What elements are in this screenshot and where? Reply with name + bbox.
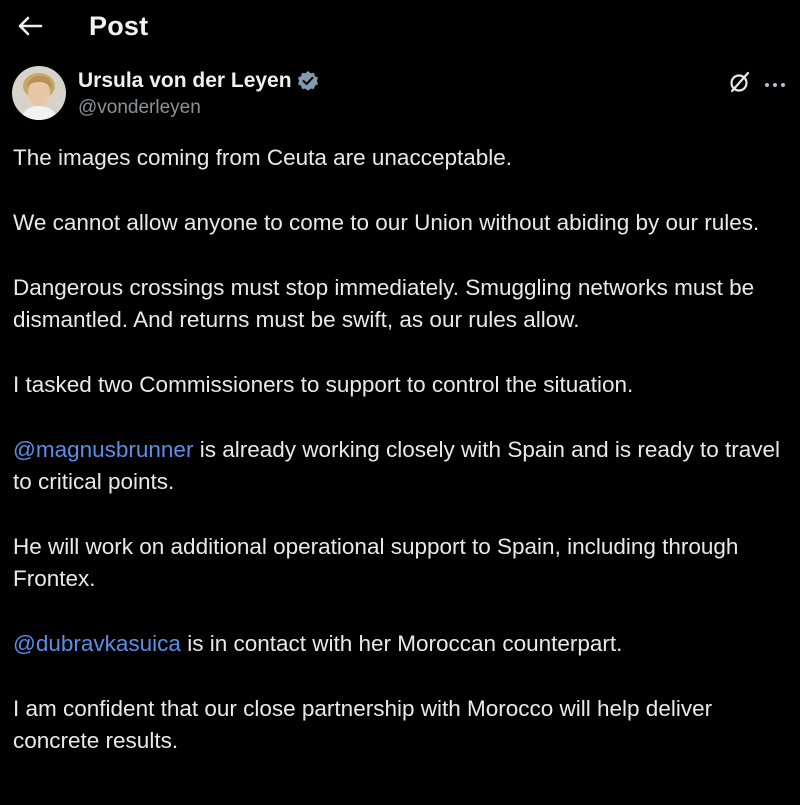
verified-badge-icon (297, 70, 319, 92)
avatar[interactable] (12, 66, 66, 120)
post-paragraph: We cannot allow anyone to come to our Un… (13, 210, 760, 235)
author-row: Ursula von der Leyen @vonderleyen (0, 62, 800, 126)
post-paragraph: I tasked two Commissioners to support to… (13, 372, 634, 397)
author-name-line[interactable]: Ursula von der Leyen (78, 69, 319, 93)
grok-icon (728, 70, 752, 99)
post-text: The images coming from Ceuta are unaccep… (13, 142, 783, 790)
top-bar: Post (0, 0, 800, 58)
page-title: Post (89, 11, 149, 41)
post-paragraph: @dubravkasuica is in contact with her Mo… (13, 628, 783, 660)
post-paragraph: The images coming from Ceuta are unaccep… (13, 145, 513, 170)
author-name: Ursula von der Leyen (78, 69, 292, 92)
post-paragraph: He will work on additional operational s… (13, 534, 739, 591)
post-paragraph: @magnusbrunner is already working closel… (13, 434, 783, 498)
more-horizontal-icon (764, 75, 786, 93)
mention-link[interactable]: @magnusbrunner (13, 437, 193, 462)
author-handle[interactable]: @vonderleyen (78, 97, 201, 119)
more-button[interactable] (760, 70, 790, 98)
back-button[interactable] (14, 12, 46, 44)
post-paragraph: Dangerous crossings must stop immediatel… (13, 275, 755, 332)
post-paragraph: I am confident that our close partnershi… (13, 696, 713, 753)
post-text-span: is in contact with her Moroccan counterp… (180, 631, 623, 656)
grok-button[interactable] (726, 70, 754, 98)
arrow-left-icon (17, 15, 43, 42)
mention-link[interactable]: @dubravkasuica (13, 631, 181, 656)
